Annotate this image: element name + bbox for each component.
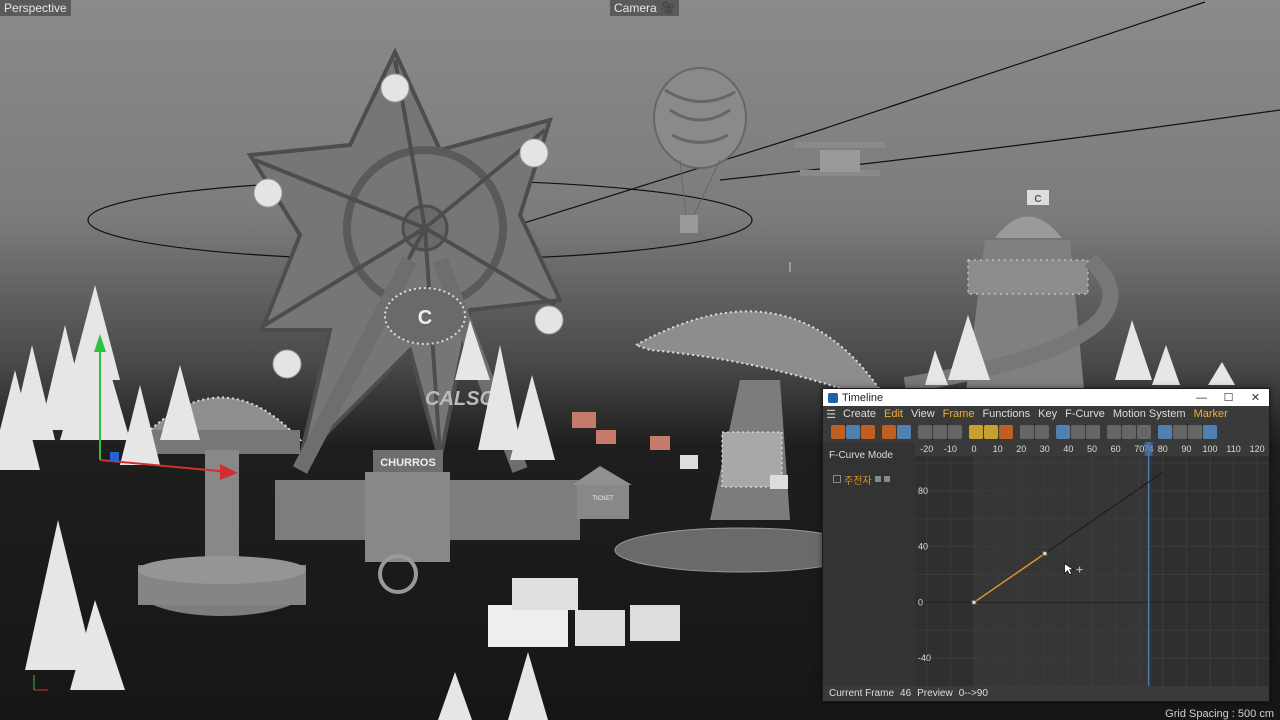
- ease-out-icon[interactable]: [1122, 425, 1136, 439]
- value-tick-label: 0: [918, 597, 923, 607]
- timeline-menubar: ☰ Create Edit View Frame Functions Key F…: [823, 406, 1269, 422]
- hamburger-menu-icon[interactable]: ☰: [823, 408, 839, 421]
- ruler-tick-label: -20: [920, 444, 933, 454]
- toy-train: [488, 578, 680, 647]
- maximize-button[interactable]: ☐: [1215, 391, 1242, 404]
- key-value-icon[interactable]: [1035, 425, 1049, 439]
- track-visibility-icon[interactable]: [874, 476, 881, 482]
- ruler-tick-label: 50: [1087, 444, 1097, 454]
- viewport-name[interactable]: Perspective: [0, 0, 71, 16]
- preview-label: Preview: [917, 688, 953, 699]
- zoom-icon[interactable]: [948, 425, 962, 439]
- mute-icon[interactable]: [984, 425, 998, 439]
- solo-icon[interactable]: [999, 425, 1013, 439]
- ruler-tick-label: 30: [1040, 444, 1050, 454]
- timeline-status-bar: Current Frame 46 Preview 0-->90: [823, 686, 1269, 701]
- menu-edit[interactable]: Edit: [880, 408, 907, 420]
- value-tick-label: 40: [918, 542, 928, 552]
- timeline-window[interactable]: Timeline — ☐ ✕ ☰ Create Edit View Frame …: [822, 388, 1270, 702]
- zero-length-icon[interactable]: [1203, 425, 1217, 439]
- track-list-panel: F-Curve Mode 주전자: [823, 442, 915, 686]
- ruler-tick-label: 20: [1016, 444, 1026, 454]
- svg-text:TICKET: TICKET: [592, 496, 614, 502]
- keyframe-point: [971, 599, 977, 605]
- timeline-toolbar: [823, 422, 1269, 442]
- menu-motion-system[interactable]: Motion System: [1109, 408, 1190, 420]
- menu-key[interactable]: Key: [1034, 408, 1061, 420]
- svg-text:C: C: [418, 307, 432, 329]
- motion-path-line: [469, 1, 1206, 241]
- fcurve-mode-icon[interactable]: [846, 425, 860, 439]
- ruler-tick-label: 0: [971, 444, 976, 454]
- dopesheet-icon[interactable]: [861, 425, 875, 439]
- menu-marker[interactable]: Marker: [1190, 408, 1232, 420]
- menu-view[interactable]: View: [907, 408, 939, 420]
- ruler-tick-label: 10: [993, 444, 1003, 454]
- current-frame-label: Current Frame: [829, 688, 895, 699]
- current-frame-value: 46: [900, 688, 912, 699]
- ticket-booth: TICKET: [572, 466, 632, 519]
- timeline-titlebar[interactable]: Timeline — ☐ ✕: [823, 389, 1269, 406]
- auto-mode-icon[interactable]: [882, 425, 896, 439]
- menu-functions[interactable]: Functions: [978, 408, 1034, 420]
- track-row[interactable]: 주전자: [833, 472, 909, 487]
- step-icon[interactable]: [1086, 425, 1100, 439]
- preview-range: 0-->90: [958, 688, 988, 699]
- close-button[interactable]: ✕: [1242, 391, 1269, 404]
- ruler-tick-label: 100: [1202, 444, 1217, 454]
- key-mode-icon[interactable]: [831, 425, 845, 439]
- ruler-tick-label: 110: [1226, 444, 1240, 454]
- ruler-tick-label: 40: [1063, 444, 1073, 454]
- camera-label-text: Camera: [614, 1, 657, 15]
- camera-icon: 🎥: [660, 1, 675, 15]
- svg-text:C: C: [1034, 194, 1041, 205]
- ruler-tick-label: -10: [944, 444, 957, 454]
- keyframe-point: [1042, 551, 1048, 557]
- minimize-button[interactable]: —: [1188, 392, 1215, 404]
- menu-frame[interactable]: Frame: [939, 408, 979, 420]
- svg-text:CHURROS: CHURROS: [380, 457, 436, 469]
- value-tick-label: -40: [918, 653, 931, 663]
- value-tick-label: 80: [918, 486, 928, 496]
- ruler-tick-label: 80: [1158, 444, 1168, 454]
- timeline-app-icon: [828, 392, 838, 403]
- sync-icon[interactable]: [897, 425, 911, 439]
- snap-icon[interactable]: [1020, 425, 1034, 439]
- tangent-icon[interactable]: [1158, 425, 1172, 439]
- expand-icon[interactable]: [833, 475, 841, 483]
- biplane: [795, 142, 885, 176]
- churros-cart: CHURROS: [365, 450, 450, 594]
- track-lock-icon[interactable]: [883, 476, 890, 482]
- camera-label[interactable]: Camera 🎥: [610, 0, 679, 16]
- spline-icon[interactable]: [1056, 425, 1070, 439]
- menu-f-curve[interactable]: F-Curve: [1061, 408, 1109, 420]
- fcurve-graph[interactable]: -20-100102030405060707480901001101208040…: [915, 442, 1269, 686]
- calso-sign: CALSO: [425, 388, 495, 410]
- ease-in-icon[interactable]: [1107, 425, 1121, 439]
- ruler-tick-label: 120: [1250, 444, 1265, 454]
- timeline-title: Timeline: [842, 391, 884, 404]
- zero-angle-icon[interactable]: [1188, 425, 1202, 439]
- fcurve-mode-label: F-Curve Mode: [829, 450, 893, 461]
- track-name[interactable]: 주전자: [844, 472, 872, 487]
- ruler-tick-label: 90: [1181, 444, 1191, 454]
- ease-both-icon[interactable]: [1137, 425, 1151, 439]
- linear-icon[interactable]: [1071, 425, 1085, 439]
- grid-spacing: Grid Spacing : 500 cm: [1165, 708, 1274, 720]
- lock-icon[interactable]: [969, 425, 983, 439]
- break-tangent-icon[interactable]: [1173, 425, 1187, 439]
- ruler-tick-label: 60: [1111, 444, 1121, 454]
- hot-air-balloon: [653, 67, 747, 233]
- frame-selected-icon[interactable]: [933, 425, 947, 439]
- frame-all-icon[interactable]: [918, 425, 932, 439]
- playhead-handle: [1144, 442, 1153, 456]
- menu-create[interactable]: Create: [839, 408, 880, 420]
